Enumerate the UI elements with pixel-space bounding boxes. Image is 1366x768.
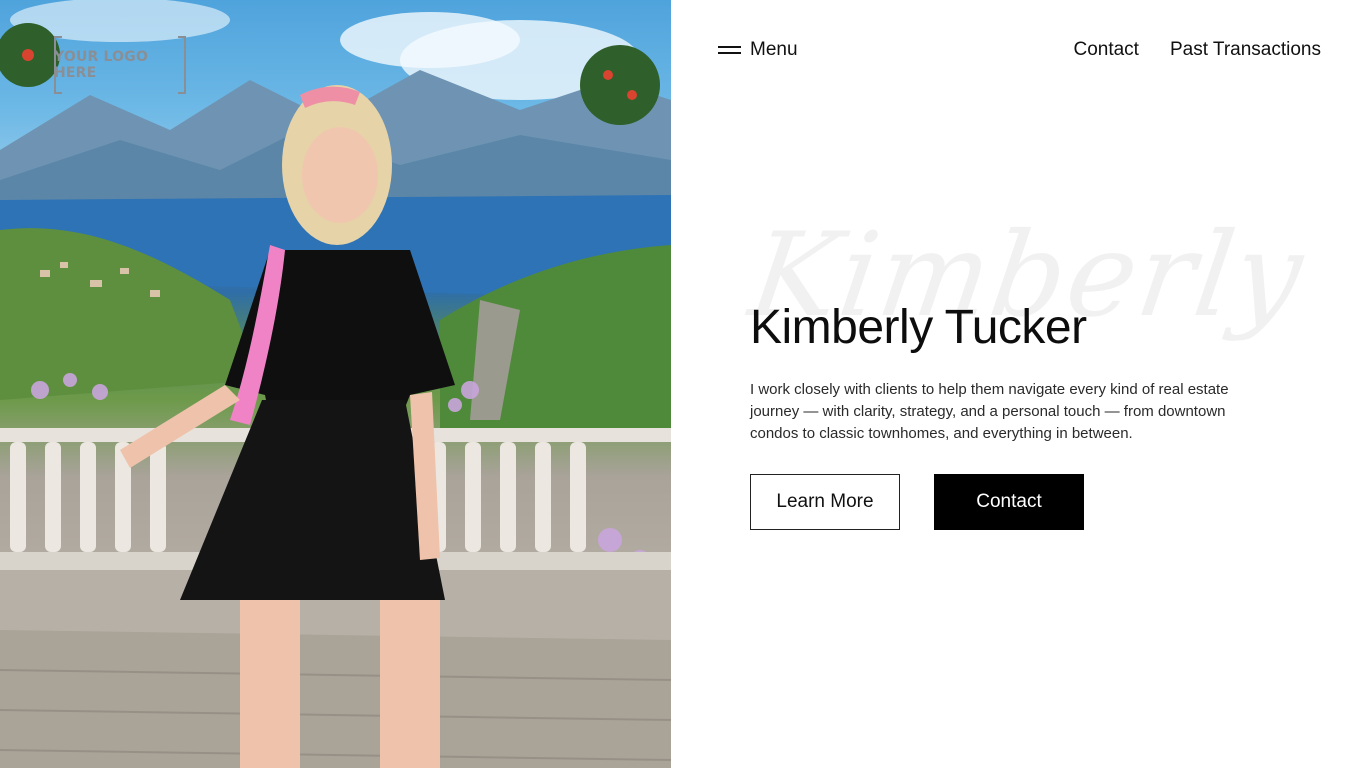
hero-title: Kimberly Tucker <box>750 301 1087 354</box>
page: YOUR LOGO HERE Menu Contact Past Transac… <box>0 0 1366 768</box>
learn-more-button[interactable]: Learn More <box>750 474 900 530</box>
logo[interactable]: YOUR LOGO HERE <box>54 36 186 94</box>
hero-photo: YOUR LOGO HERE <box>0 0 671 768</box>
hamburger-icon <box>718 45 741 55</box>
logo-bracket-left <box>54 36 62 94</box>
nav-link-past-transactions[interactable]: Past Transactions <box>1170 39 1321 61</box>
photo-illustration <box>0 0 671 768</box>
hero-description: I work closely with clients to help them… <box>750 381 1229 442</box>
menu-button[interactable]: Menu <box>718 38 798 62</box>
top-nav: Contact Past Transactions <box>1073 38 1321 62</box>
contact-button[interactable]: Contact <box>934 474 1084 530</box>
logo-text: YOUR LOGO HERE <box>54 49 149 81</box>
menu-label: Menu <box>750 39 798 60</box>
logo-bracket-right <box>178 36 186 94</box>
nav-link-contact[interactable]: Contact <box>1073 39 1138 61</box>
